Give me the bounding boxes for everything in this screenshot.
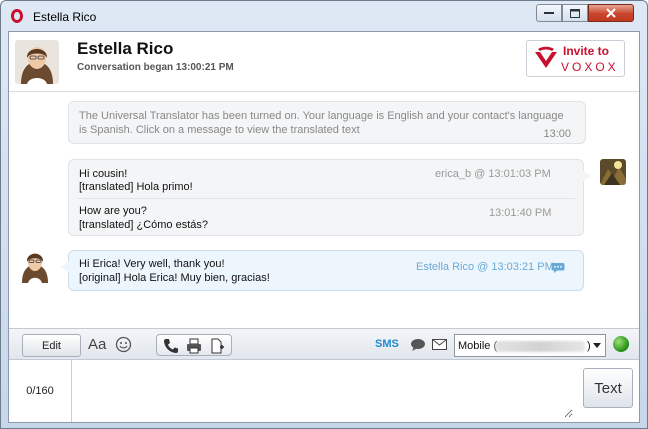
self-avatar xyxy=(19,247,51,283)
call-action-group xyxy=(156,334,232,356)
character-counter: 0/160 xyxy=(9,360,72,422)
title-bar[interactable]: Estella Rico xyxy=(1,1,647,31)
translator-system-message: The Universal Translator has been turned… xyxy=(68,101,586,144)
select-value: Mobile ( xyxy=(458,340,498,352)
emoticon-icon[interactable] xyxy=(115,336,132,353)
remote-avatar xyxy=(600,159,626,185)
message-sender-time: Estella Rico @ 13:03:21 PM xyxy=(416,261,554,273)
translated-text: [translated] ¿Cómo estás? xyxy=(79,219,209,231)
edit-button[interactable]: Edit xyxy=(22,334,81,357)
self-message-bubble[interactable]: Hi Erica! Very well, thank you! Estella … xyxy=(61,250,584,291)
message-input[interactable] xyxy=(73,364,573,418)
invite-to-voxox-button[interactable]: Invite to VOXOX xyxy=(526,40,625,77)
contact-number-select[interactable]: Mobile ( ) xyxy=(454,334,606,357)
message-toolbar: Edit Aa SMS Mobile () xyxy=(9,328,639,360)
client-area: Estella Rico Conversation began 13:00:21… xyxy=(8,31,640,423)
sms-label[interactable]: SMS xyxy=(375,338,399,350)
invite-label: Invite to xyxy=(563,44,610,58)
fax-icon[interactable] xyxy=(186,338,202,354)
message-text: Hi Erica! Very well, thank you! xyxy=(79,258,225,270)
chat-window: Estella Rico Estella Rico Conversation b… xyxy=(0,0,648,429)
message-sender-time: erica_b @ 13:01:03 PM xyxy=(435,168,551,180)
minimize-icon xyxy=(544,12,554,14)
minimize-button[interactable] xyxy=(536,4,562,22)
maximize-icon xyxy=(570,8,580,18)
remote-message-bubble[interactable]: Hi cousin! erica_b @ 13:01:03 PM [transl… xyxy=(68,159,591,236)
send-file-icon[interactable] xyxy=(209,338,225,354)
conversation-start-time: Conversation began 13:00:21 PM xyxy=(77,62,234,73)
conversation-area[interactable]: The Universal Translator has been turned… xyxy=(9,92,639,328)
send-text-button[interactable]: Text xyxy=(583,368,633,408)
message-time: 13:01:40 PM xyxy=(489,207,552,219)
contact-name: Estella Rico xyxy=(77,39,174,58)
message-input-area: 0/160 Text xyxy=(9,360,639,422)
original-text: [original] Hola Erica! Muy bien, gracias… xyxy=(79,272,270,284)
chevron-down-icon xyxy=(593,343,601,348)
email-icon[interactable] xyxy=(432,339,447,350)
redacted-number xyxy=(495,341,585,352)
system-message-line: is Spanish. Click on a message to view t… xyxy=(79,124,360,136)
close-button[interactable] xyxy=(588,4,634,22)
voxox-logo-icon xyxy=(535,46,557,68)
maximize-button[interactable] xyxy=(562,4,588,22)
message-text: Hi cousin! xyxy=(79,168,128,180)
phone-icon[interactable] xyxy=(163,338,179,354)
brand-label: VOXOX xyxy=(561,60,619,74)
voxox-logo-icon xyxy=(11,9,23,23)
presence-status-icon[interactable] xyxy=(613,336,629,352)
translation-bubble-icon[interactable] xyxy=(551,262,565,274)
window-title: Estella Rico xyxy=(33,10,97,24)
message-divider xyxy=(77,198,575,199)
message-text: How are you? xyxy=(79,205,147,217)
translated-text: [translated] Hola primo! xyxy=(79,181,193,193)
system-message-line: The Universal Translator has been turned… xyxy=(79,110,564,122)
font-button[interactable]: Aa xyxy=(88,336,106,353)
select-value-end: ) xyxy=(587,340,591,352)
system-message-time: 13:00 xyxy=(543,128,571,140)
close-icon xyxy=(606,8,616,18)
contact-header: Estella Rico Conversation began 13:00:21… xyxy=(9,32,639,92)
contact-avatar xyxy=(15,40,59,84)
chat-icon[interactable] xyxy=(410,338,426,352)
